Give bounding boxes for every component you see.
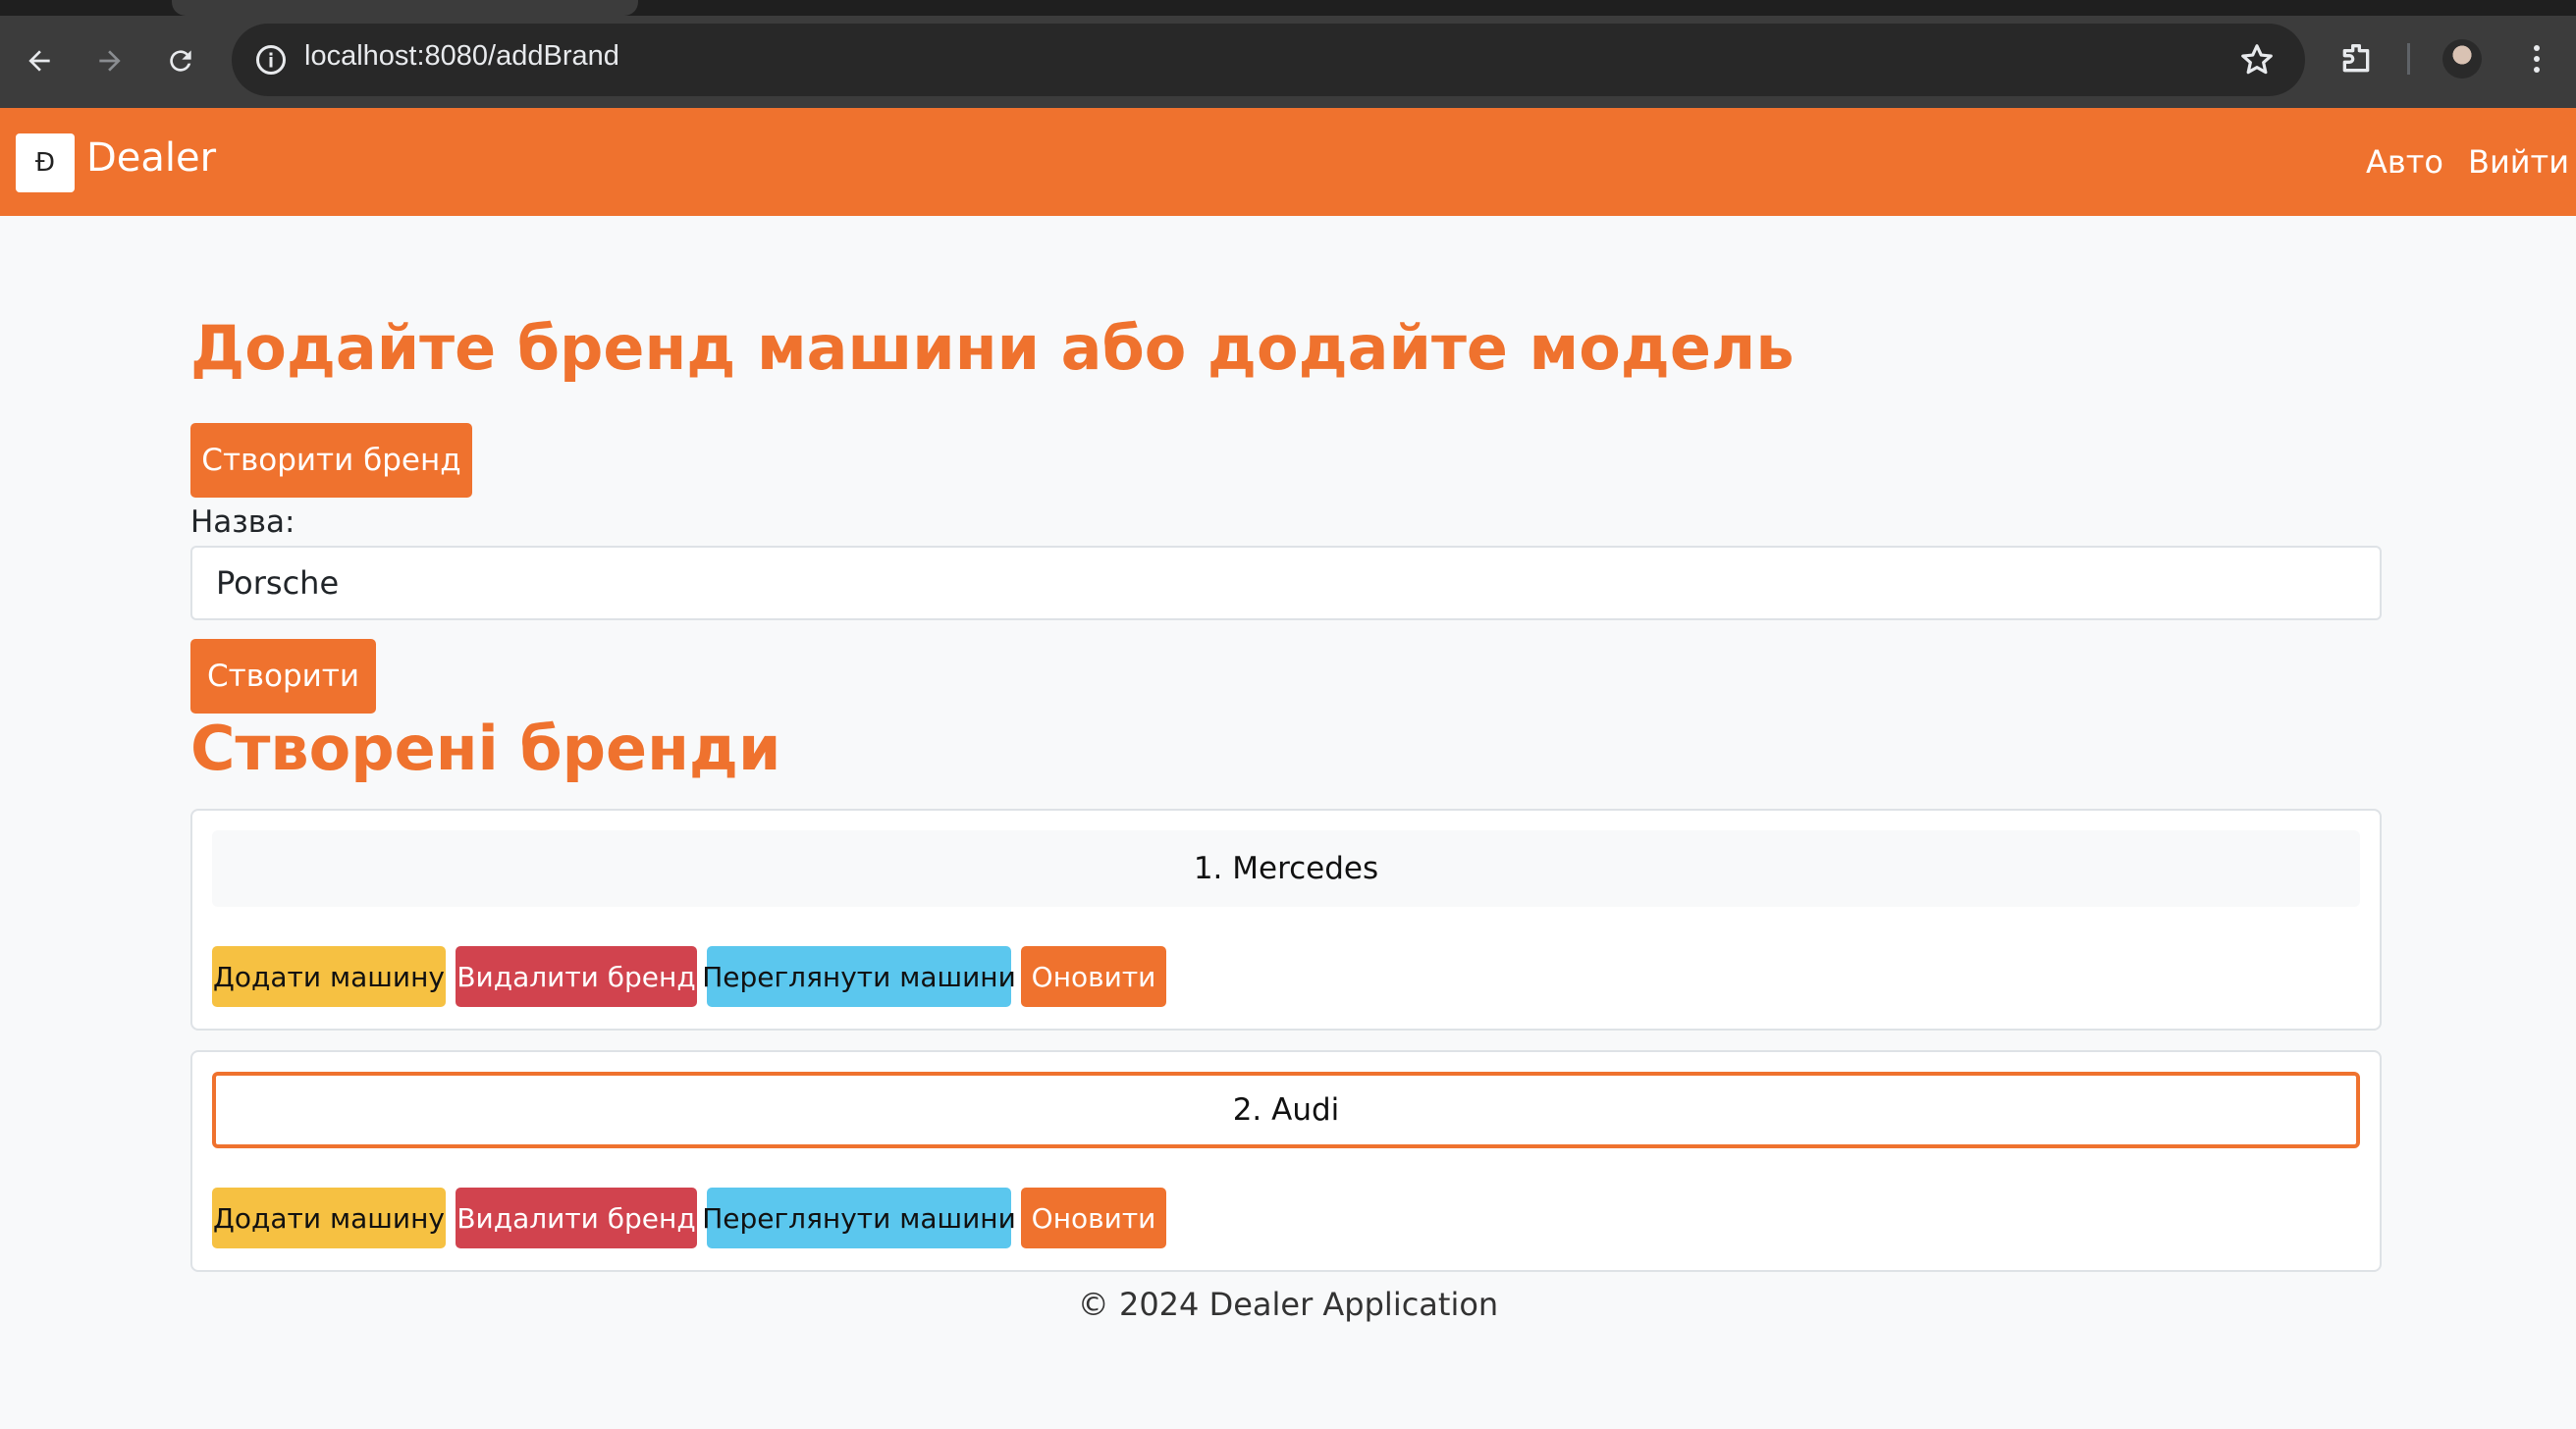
logo-icon[interactable]: Ɖ (16, 133, 75, 192)
submit-create-button[interactable]: Створити (190, 639, 376, 714)
avatar[interactable] (2442, 39, 2482, 79)
info-icon[interactable] (253, 42, 289, 78)
update-brand-button[interactable]: Оновити (1021, 1188, 1166, 1248)
add-car-button[interactable]: Додати машину (212, 946, 446, 1007)
puzzle-icon[interactable] (2336, 39, 2376, 79)
brand-name-header[interactable]: 2. Audi (212, 1072, 2360, 1148)
name-label: Назва: (190, 504, 295, 540)
nav-link-auto[interactable]: Авто (2366, 143, 2443, 181)
url-text[interactable]: localhost:8080/addBrand (304, 40, 619, 73)
delete-brand-button[interactable]: Видалити бренд (456, 946, 697, 1007)
reload-icon[interactable] (153, 33, 208, 88)
app-navbar: Ɖ Dealer Авто Вийти (0, 108, 2576, 216)
brand-name-link[interactable]: Dealer (86, 135, 216, 181)
footer-text: © 2024 Dealer Application (1077, 1286, 1499, 1323)
back-icon[interactable] (12, 33, 67, 88)
add-car-button[interactable]: Додати машину (212, 1188, 446, 1248)
browser-chrome: localhost:8080/addBrand (0, 0, 2576, 108)
brands-section-title: Створені бренди (190, 713, 781, 784)
brand-card: 2. Audi Додати машину Видалити бренд Пер… (190, 1050, 2382, 1272)
view-cars-button[interactable]: Переглянути машини (702, 946, 1016, 1007)
toolbar-divider (2407, 43, 2410, 75)
address-bar[interactable]: localhost:8080/addBrand (232, 24, 2305, 96)
forward-icon[interactable] (82, 33, 137, 88)
tab-strip (0, 0, 2576, 16)
nav-link-logout[interactable]: Вийти (2468, 143, 2569, 181)
logo-glyph: Ɖ (34, 148, 56, 178)
view-cars-button[interactable]: Переглянути машини (702, 1188, 1016, 1248)
kebab-menu-icon[interactable] (2517, 39, 2556, 79)
star-icon[interactable] (2238, 41, 2276, 79)
page-title: Додайте бренд машини або додайте модель (190, 312, 1795, 384)
delete-brand-button[interactable]: Видалити бренд (456, 1188, 697, 1248)
brand-name-header[interactable]: 1. Mercedes (212, 830, 2360, 907)
brand-card: 1. Mercedes Додати машину Видалити бренд… (190, 809, 2382, 1031)
update-brand-button[interactable]: Оновити (1021, 946, 1166, 1007)
create-brand-button[interactable]: Створити бренд (190, 423, 472, 498)
brand-name-input[interactable] (190, 546, 2382, 620)
active-tab[interactable] (172, 0, 638, 16)
